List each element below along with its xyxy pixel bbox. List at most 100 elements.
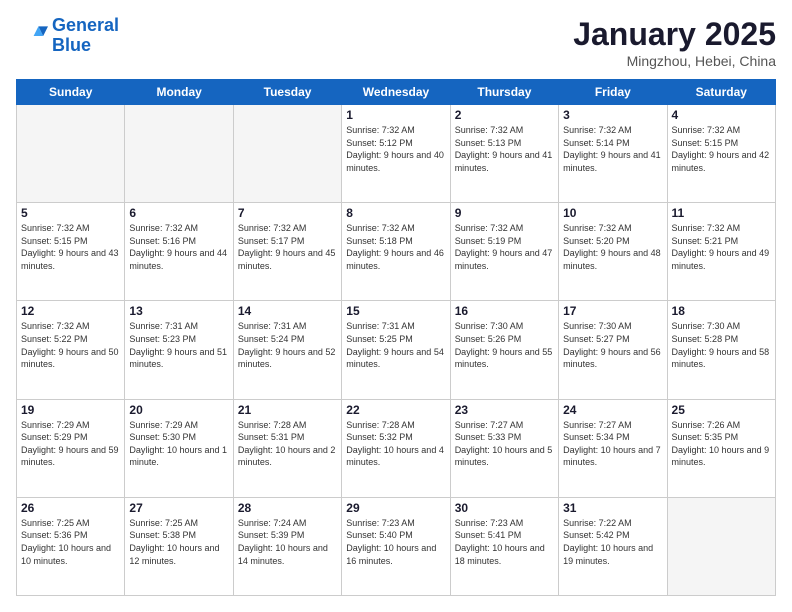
day-number: 20: [129, 403, 228, 417]
page: General Blue January 2025 Mingzhou, Hebe…: [0, 0, 792, 612]
calendar-cell: 16Sunrise: 7:30 AM Sunset: 5:26 PM Dayli…: [450, 301, 558, 399]
logo-line2: Blue: [52, 35, 91, 55]
calendar-cell: [233, 105, 341, 203]
calendar-cell: 1 Sunrise: 7:32 AM Sunset: 5:12 PM Daylig…: [342, 105, 450, 203]
calendar-cell: 23Sunrise: 7:27 AM Sunset: 5:33 PM Dayli…: [450, 399, 558, 497]
day-info: Sunrise: 7:32 AM Sunset: 5:20 PM Dayligh…: [563, 222, 662, 272]
calendar-cell: 2 Sunrise: 7:32 AM Sunset: 5:13 PM Daylig…: [450, 105, 558, 203]
day-info: Sunrise: 7:27 AM Sunset: 5:34 PM Dayligh…: [563, 419, 662, 469]
day-info: Sunrise: 7:32 AM Sunset: 5:22 PM Dayligh…: [21, 320, 120, 370]
calendar-cell: 15Sunrise: 7:31 AM Sunset: 5:25 PM Dayli…: [342, 301, 450, 399]
calendar-table: Sunday Monday Tuesday Wednesday Thursday…: [16, 79, 776, 596]
col-monday: Monday: [125, 80, 233, 105]
day-info: Sunrise: 7:28 AM Sunset: 5:32 PM Dayligh…: [346, 419, 445, 469]
header: General Blue January 2025 Mingzhou, Hebe…: [16, 16, 776, 69]
day-number: 1: [346, 108, 445, 122]
day-info: Sunrise: 7:32 AM Sunset: 5:12 PM Dayligh…: [346, 124, 445, 174]
day-number: 24: [563, 403, 662, 417]
calendar-cell: 5 Sunrise: 7:32 AM Sunset: 5:15 PM Daylig…: [17, 203, 125, 301]
day-info: Sunrise: 7:32 AM Sunset: 5:13 PM Dayligh…: [455, 124, 554, 174]
day-number: 11: [672, 206, 771, 220]
calendar-title: January 2025: [573, 16, 776, 53]
day-number: 21: [238, 403, 337, 417]
col-tuesday: Tuesday: [233, 80, 341, 105]
calendar-cell: 26 Sunrise: 7:25 AM Sunset: 5:36 PM Dayli…: [17, 497, 125, 595]
calendar-cell: 31 Sunrise: 7:22 AM Sunset: 5:42 PM Dayli…: [559, 497, 667, 595]
day-number: 28: [238, 501, 337, 515]
day-info: Sunrise: 7:29 AM Sunset: 5:30 PM Dayligh…: [129, 419, 228, 469]
day-info: Sunrise: 7:32 AM Sunset: 5:19 PM Dayligh…: [455, 222, 554, 272]
calendar-cell: 6Sunrise: 7:32 AM Sunset: 5:16 PM Daylig…: [125, 203, 233, 301]
day-info: Sunrise: 7:30 AM Sunset: 5:26 PM Dayligh…: [455, 320, 554, 370]
day-number: 12: [21, 304, 120, 318]
day-info: Sunrise: 7:32 AM Sunset: 5:16 PM Dayligh…: [129, 222, 228, 272]
day-number: 25: [672, 403, 771, 417]
calendar-cell: [125, 105, 233, 203]
day-info: Sunrise: 7:23 AM Sunset: 5:40 PM Dayligh…: [346, 517, 445, 567]
calendar-week-2: 12 Sunrise: 7:32 AM Sunset: 5:22 PM Dayli…: [17, 301, 776, 399]
day-number: 9: [455, 206, 554, 220]
logo: General Blue: [16, 16, 119, 56]
day-info: Sunrise: 7:30 AM Sunset: 5:28 PM Dayligh…: [672, 320, 771, 370]
calendar-header-row: Sunday Monday Tuesday Wednesday Thursday…: [17, 80, 776, 105]
calendar-week-0: 1 Sunrise: 7:32 AM Sunset: 5:12 PM Daylig…: [17, 105, 776, 203]
calendar-week-3: 19Sunrise: 7:29 AM Sunset: 5:29 PM Dayli…: [17, 399, 776, 497]
day-number: 23: [455, 403, 554, 417]
calendar-cell: 4Sunrise: 7:32 AM Sunset: 5:15 PM Daylig…: [667, 105, 775, 203]
day-number: 18: [672, 304, 771, 318]
day-info: Sunrise: 7:28 AM Sunset: 5:31 PM Dayligh…: [238, 419, 337, 469]
day-info: Sunrise: 7:26 AM Sunset: 5:35 PM Dayligh…: [672, 419, 771, 469]
calendar-cell: 30 Sunrise: 7:23 AM Sunset: 5:41 PM Dayli…: [450, 497, 558, 595]
day-number: 19: [21, 403, 120, 417]
calendar-cell: 20 Sunrise: 7:29 AM Sunset: 5:30 PM Dayli…: [125, 399, 233, 497]
day-info: Sunrise: 7:32 AM Sunset: 5:14 PM Dayligh…: [563, 124, 662, 174]
calendar-cell: [667, 497, 775, 595]
calendar-cell: 8 Sunrise: 7:32 AM Sunset: 5:18 PM Daylig…: [342, 203, 450, 301]
day-number: 31: [563, 501, 662, 515]
day-number: 3: [563, 108, 662, 122]
calendar-cell: 3 Sunrise: 7:32 AM Sunset: 5:14 PM Daylig…: [559, 105, 667, 203]
calendar-cell: 9 Sunrise: 7:32 AM Sunset: 5:19 PM Daylig…: [450, 203, 558, 301]
col-thursday: Thursday: [450, 80, 558, 105]
day-info: Sunrise: 7:32 AM Sunset: 5:15 PM Dayligh…: [21, 222, 120, 272]
day-number: 17: [563, 304, 662, 318]
day-number: 26: [21, 501, 120, 515]
day-info: Sunrise: 7:25 AM Sunset: 5:36 PM Dayligh…: [21, 517, 120, 567]
day-info: Sunrise: 7:22 AM Sunset: 5:42 PM Dayligh…: [563, 517, 662, 567]
logo-icon: [16, 20, 48, 52]
day-number: 29: [346, 501, 445, 515]
day-number: 5: [21, 206, 120, 220]
col-sunday: Sunday: [17, 80, 125, 105]
day-number: 14: [238, 304, 337, 318]
calendar-week-4: 26 Sunrise: 7:25 AM Sunset: 5:36 PM Dayli…: [17, 497, 776, 595]
calendar-cell: 29 Sunrise: 7:23 AM Sunset: 5:40 PM Dayli…: [342, 497, 450, 595]
title-block: January 2025 Mingzhou, Hebei, China: [573, 16, 776, 69]
day-number: 2: [455, 108, 554, 122]
day-info: Sunrise: 7:31 AM Sunset: 5:24 PM Dayligh…: [238, 320, 337, 370]
calendar-cell: 27Sunrise: 7:25 AM Sunset: 5:38 PM Dayli…: [125, 497, 233, 595]
calendar-cell: 11 Sunrise: 7:32 AM Sunset: 5:21 PM Dayli…: [667, 203, 775, 301]
calendar-week-1: 5 Sunrise: 7:32 AM Sunset: 5:15 PM Daylig…: [17, 203, 776, 301]
day-info: Sunrise: 7:32 AM Sunset: 5:17 PM Dayligh…: [238, 222, 337, 272]
calendar-cell: [17, 105, 125, 203]
calendar-cell: 28Sunrise: 7:24 AM Sunset: 5:39 PM Dayli…: [233, 497, 341, 595]
col-friday: Friday: [559, 80, 667, 105]
calendar-cell: 17Sunrise: 7:30 AM Sunset: 5:27 PM Dayli…: [559, 301, 667, 399]
day-number: 8: [346, 206, 445, 220]
calendar-cell: 22 Sunrise: 7:28 AM Sunset: 5:32 PM Dayli…: [342, 399, 450, 497]
day-number: 10: [563, 206, 662, 220]
day-number: 4: [672, 108, 771, 122]
day-number: 30: [455, 501, 554, 515]
day-number: 22: [346, 403, 445, 417]
day-info: Sunrise: 7:32 AM Sunset: 5:21 PM Dayligh…: [672, 222, 771, 272]
day-number: 13: [129, 304, 228, 318]
col-wednesday: Wednesday: [342, 80, 450, 105]
calendar-cell: 13Sunrise: 7:31 AM Sunset: 5:23 PM Dayli…: [125, 301, 233, 399]
col-saturday: Saturday: [667, 80, 775, 105]
day-info: Sunrise: 7:23 AM Sunset: 5:41 PM Dayligh…: [455, 517, 554, 567]
calendar-cell: 10 Sunrise: 7:32 AM Sunset: 5:20 PM Dayli…: [559, 203, 667, 301]
day-number: 15: [346, 304, 445, 318]
calendar-cell: 12 Sunrise: 7:32 AM Sunset: 5:22 PM Dayli…: [17, 301, 125, 399]
calendar-subtitle: Mingzhou, Hebei, China: [573, 53, 776, 69]
day-info: Sunrise: 7:32 AM Sunset: 5:18 PM Dayligh…: [346, 222, 445, 272]
